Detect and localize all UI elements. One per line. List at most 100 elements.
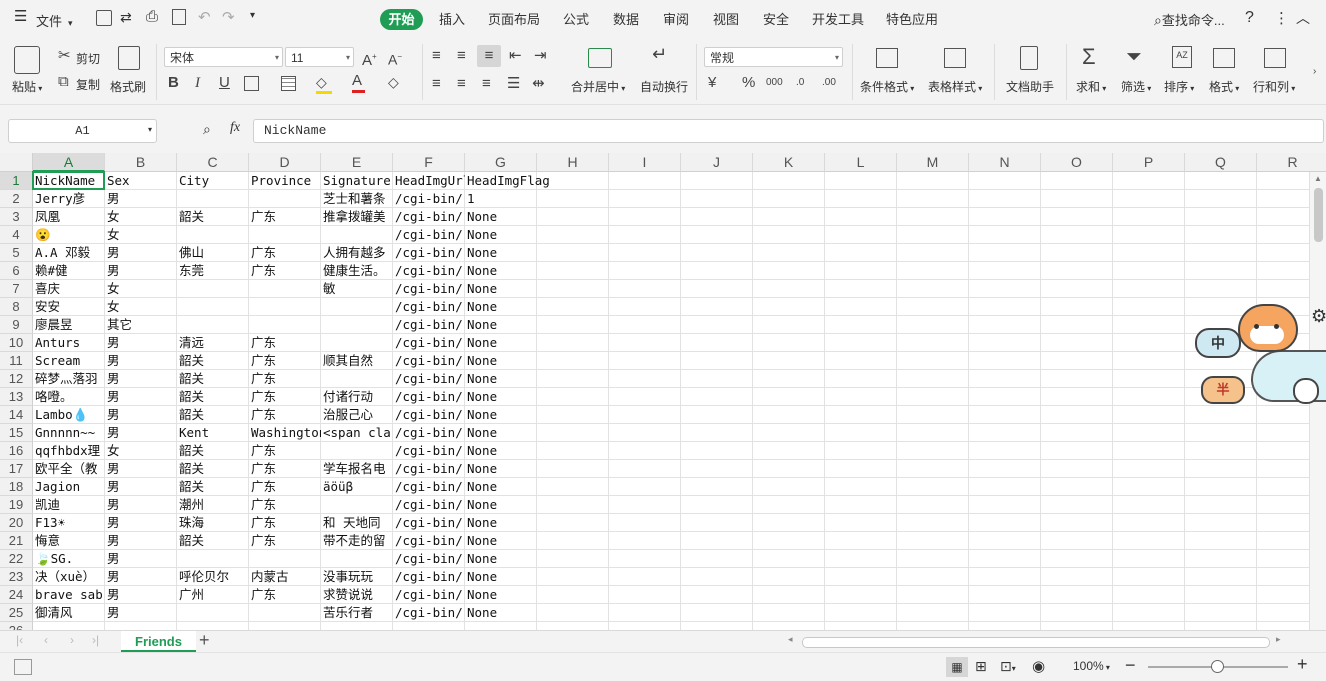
decrease-decimal-icon[interactable]: .00: [822, 75, 836, 91]
font-color-icon[interactable]: A: [352, 73, 365, 93]
cell-a16[interactable]: qqfhbdx理: [33, 442, 105, 460]
cell-a18[interactable]: Jagion: [33, 478, 105, 496]
row-header-14[interactable]: 14: [0, 406, 33, 424]
format-painter-icon[interactable]: [118, 46, 140, 70]
cell-c1[interactable]: City: [177, 172, 249, 190]
cell-a23[interactable]: 决（xuè）: [33, 568, 105, 586]
row-header-16[interactable]: 16: [0, 442, 33, 460]
sheet-tab-friends[interactable]: Friends: [121, 631, 196, 652]
vertical-scroll-thumb[interactable]: [1314, 188, 1323, 242]
cell-d21[interactable]: 广东: [249, 532, 321, 550]
cell-g8[interactable]: None: [465, 298, 537, 316]
zoom-in-icon[interactable]: +: [1297, 654, 1308, 675]
cell-b5[interactable]: 男: [105, 244, 177, 262]
zoom-out-icon[interactable]: −: [1125, 655, 1136, 676]
cell-d15[interactable]: Washington: [249, 424, 321, 442]
add-sheet-icon[interactable]: +: [199, 630, 210, 651]
copy-button[interactable]: 复制: [76, 76, 100, 93]
cell-e5[interactable]: 人拥有越多: [321, 244, 393, 262]
cell-g18[interactable]: None: [465, 478, 537, 496]
tab-special[interactable]: 特色应用: [882, 9, 942, 30]
wrap-text-button[interactable]: 自动换行: [640, 78, 688, 95]
cell-d6[interactable]: 广东: [249, 262, 321, 280]
column-header-a[interactable]: A: [33, 153, 105, 172]
cell-b12[interactable]: 男: [105, 370, 177, 388]
cell-e14[interactable]: 治服己心: [321, 406, 393, 424]
cell-f21[interactable]: /cgi-bin/: [393, 532, 465, 550]
column-header-c[interactable]: C: [177, 153, 249, 172]
cell-g23[interactable]: None: [465, 568, 537, 586]
column-header-o[interactable]: O: [1041, 153, 1113, 172]
cell-c13[interactable]: 韶关: [177, 388, 249, 406]
cell-name-box[interactable]: A1 ▾: [8, 119, 157, 143]
column-header-n[interactable]: N: [969, 153, 1041, 172]
row-header-2[interactable]: 2: [0, 190, 33, 208]
cell-e6[interactable]: 健康生活。: [321, 262, 393, 280]
cell-f8[interactable]: /cgi-bin/: [393, 298, 465, 316]
cell-g20[interactable]: None: [465, 514, 537, 532]
cell-e18[interactable]: äöüβ: [321, 478, 393, 496]
cell-c17[interactable]: 韶关: [177, 460, 249, 478]
cell-d24[interactable]: 广东: [249, 586, 321, 604]
cell-d19[interactable]: 广东: [249, 496, 321, 514]
cell-a17[interactable]: 欧平全（教: [33, 460, 105, 478]
cell-f15[interactable]: /cgi-bin/: [393, 424, 465, 442]
cell-g25[interactable]: None: [465, 604, 537, 622]
cell-g21[interactable]: None: [465, 532, 537, 550]
cell-c19[interactable]: 潮州: [177, 496, 249, 514]
cell-f4[interactable]: /cgi-bin/: [393, 226, 465, 244]
cell-g6[interactable]: None: [465, 262, 537, 280]
format-painter-button[interactable]: 格式刷: [110, 78, 146, 95]
tab-review[interactable]: 审阅: [656, 9, 696, 30]
sum-button[interactable]: 求和 ▾: [1076, 78, 1106, 95]
table-style-button[interactable]: 表格样式 ▾: [928, 78, 982, 95]
macro-record-icon[interactable]: [14, 659, 32, 675]
merge-center-icon[interactable]: [588, 48, 612, 68]
cell-e7[interactable]: 敏: [321, 280, 393, 298]
eye-protect-icon[interactable]: ◉: [1032, 657, 1045, 675]
align-top-icon[interactable]: ≡: [432, 48, 441, 64]
font-name-select[interactable]: 宋体 ▾: [164, 47, 283, 67]
zoom-formula-icon[interactable]: ⌕: [203, 121, 211, 138]
cell-c24[interactable]: 广州: [177, 586, 249, 604]
paste-icon[interactable]: [14, 46, 40, 74]
column-header-e[interactable]: E: [321, 153, 393, 172]
italic-button[interactable]: I: [195, 75, 200, 91]
row-header-18[interactable]: 18: [0, 478, 33, 496]
column-header-m[interactable]: M: [897, 153, 969, 172]
cell-b14[interactable]: 男: [105, 406, 177, 424]
cell-b3[interactable]: 女: [105, 208, 177, 226]
sort-icon[interactable]: AZ: [1172, 46, 1192, 68]
scroll-left-icon[interactable]: ◂: [788, 634, 793, 645]
cell-a8[interactable]: 安安: [33, 298, 105, 316]
cell-c18[interactable]: 韶关: [177, 478, 249, 496]
cell-b22[interactable]: 男: [105, 550, 177, 568]
cell-f16[interactable]: /cgi-bin/: [393, 442, 465, 460]
cell-g10[interactable]: None: [465, 334, 537, 352]
redo-icon[interactable]: ↷: [222, 8, 235, 26]
cell-a19[interactable]: 凯迪: [33, 496, 105, 514]
cell-a10[interactable]: Anturs: [33, 334, 105, 352]
cell-e2[interactable]: 芝士和薯条: [321, 190, 393, 208]
file-menu[interactable]: 文件 ▾: [36, 11, 73, 30]
currency-icon[interactable]: ¥: [708, 75, 716, 91]
cell-g5[interactable]: None: [465, 244, 537, 262]
format-icon[interactable]: [1213, 48, 1235, 68]
row-header-20[interactable]: 20: [0, 514, 33, 532]
cell-b1[interactable]: Sex: [105, 172, 177, 190]
clear-format-icon[interactable]: ◇: [388, 74, 399, 90]
column-header-g[interactable]: G: [465, 153, 537, 172]
align-middle-icon[interactable]: ≡: [457, 48, 466, 64]
increase-font-icon[interactable]: A+: [362, 49, 377, 69]
filter-button[interactable]: 筛选 ▾: [1121, 78, 1151, 95]
cell-g11[interactable]: None: [465, 352, 537, 370]
cell-f10[interactable]: /cgi-bin/: [393, 334, 465, 352]
cell-b9[interactable]: 其它: [105, 316, 177, 334]
cell-f1[interactable]: HeadImgUrl: [393, 172, 465, 190]
cell-f22[interactable]: /cgi-bin/: [393, 550, 465, 568]
cell-b8[interactable]: 女: [105, 298, 177, 316]
cell-e3[interactable]: 推拿拨罐美: [321, 208, 393, 226]
cell-a7[interactable]: 喜庆: [33, 280, 105, 298]
tab-page-layout[interactable]: 页面布局: [483, 9, 545, 30]
column-header-r[interactable]: R: [1257, 153, 1326, 172]
